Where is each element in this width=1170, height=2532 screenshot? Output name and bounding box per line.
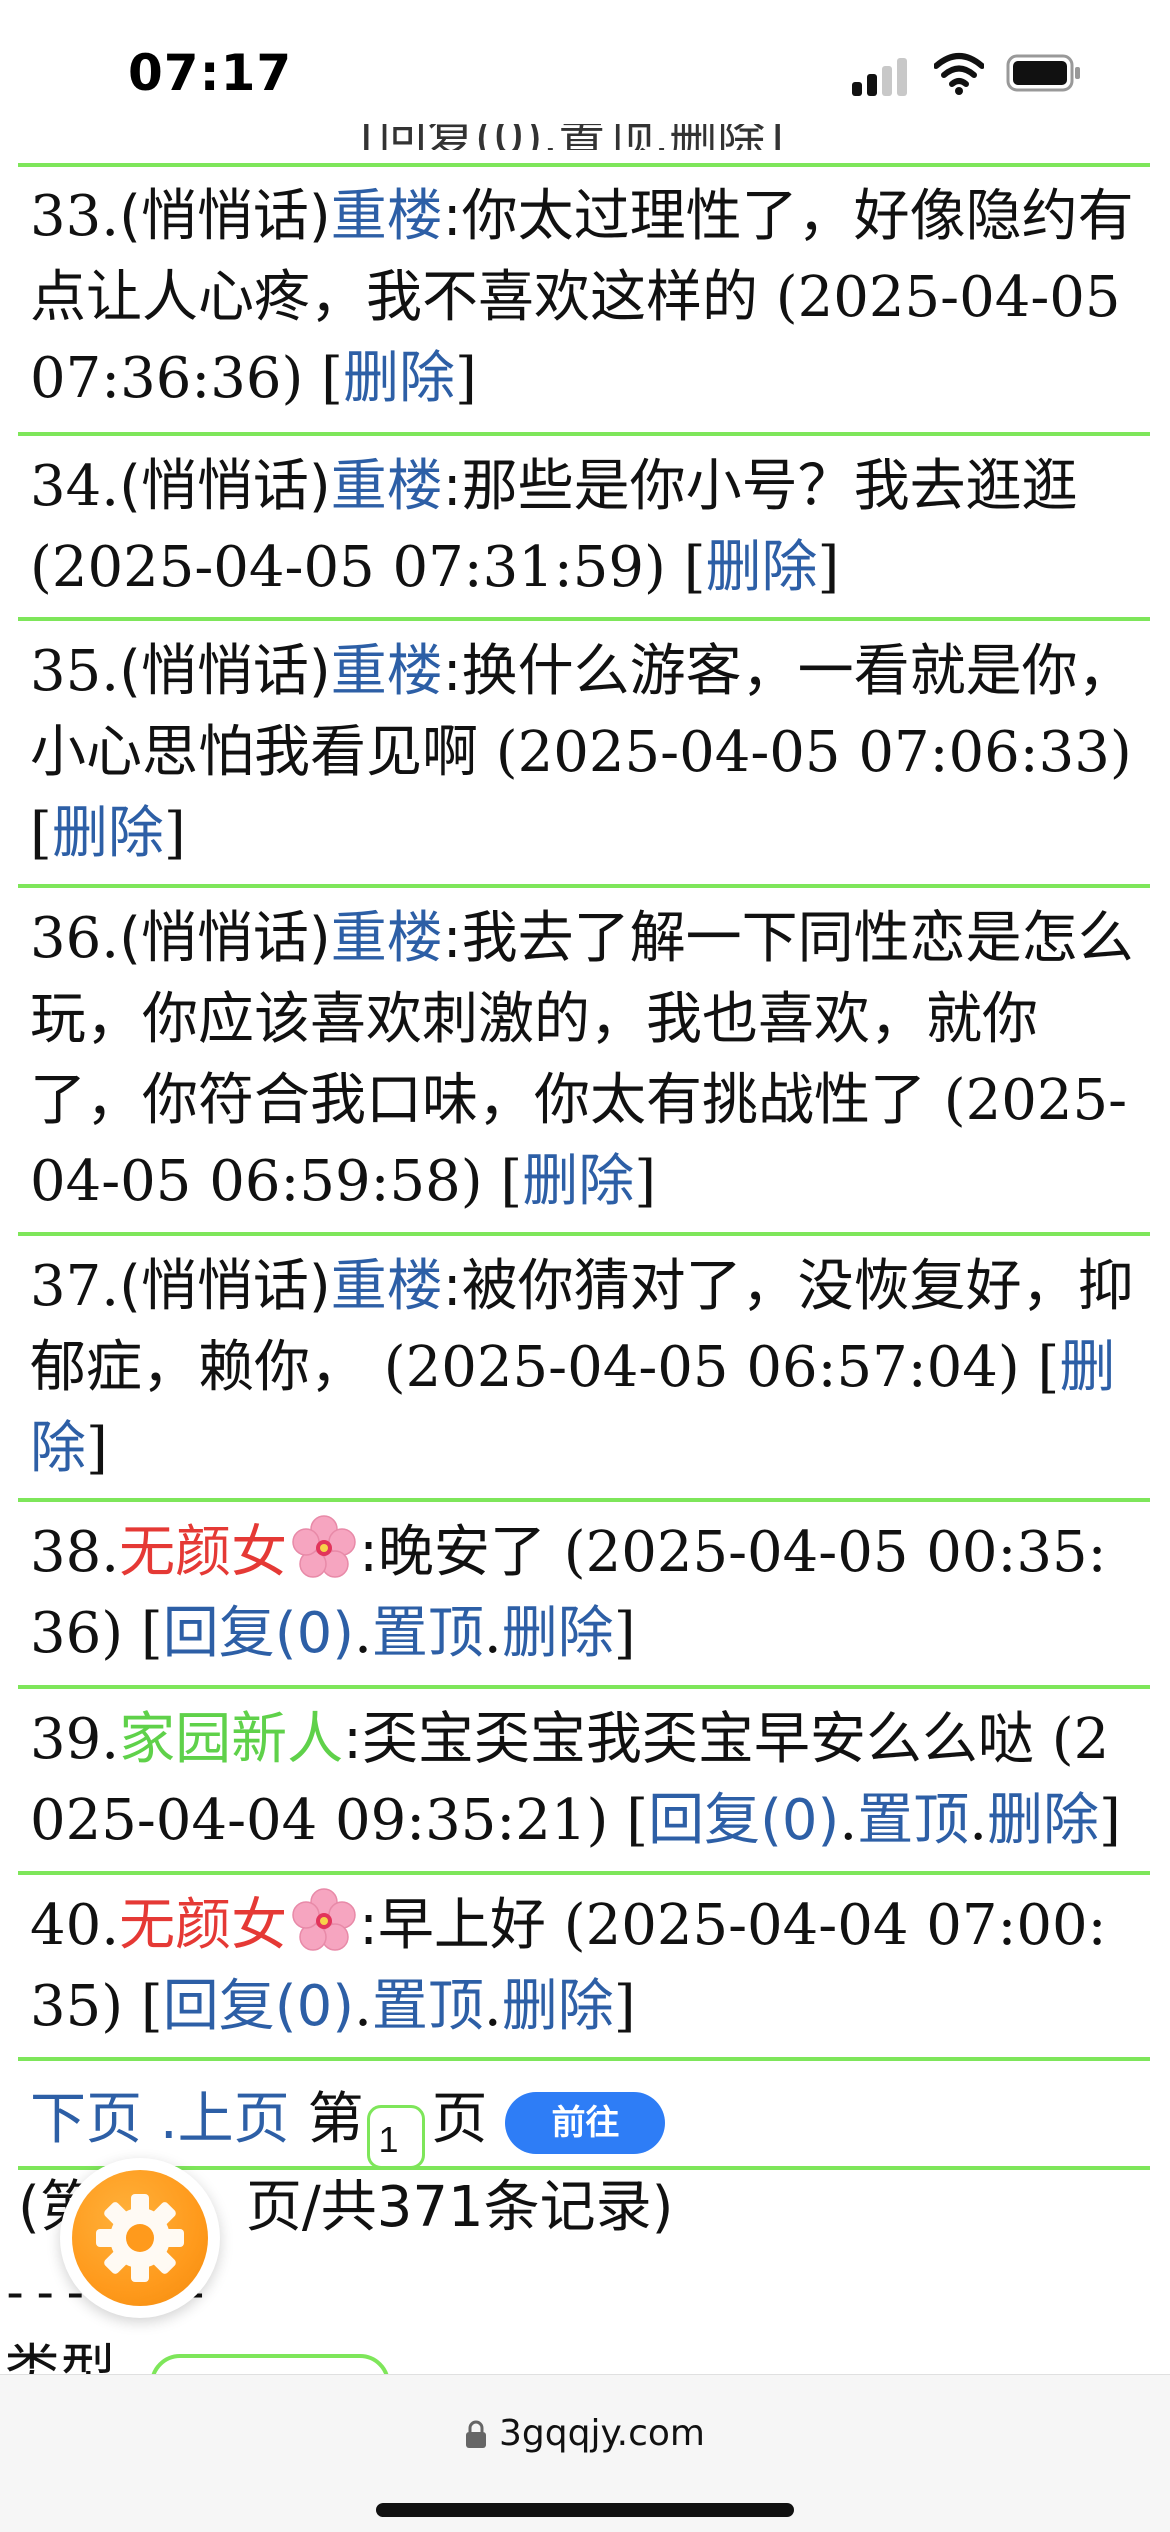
type-row: 类型 xyxy=(0,2334,1170,2374)
divider xyxy=(18,1685,1150,1689)
delete-link[interactable]: 删除 xyxy=(706,535,818,600)
url-text: 3gqqjy.com xyxy=(499,2413,705,2454)
page-suffix: 页 xyxy=(431,2087,488,2152)
wifi-icon xyxy=(934,53,984,95)
home-indicator xyxy=(376,2503,794,2517)
divider xyxy=(18,1498,1150,1502)
divider xyxy=(18,617,1150,621)
pin-link[interactable]: 置顶 xyxy=(372,1974,484,2039)
reply-link[interactable]: 回复(0) xyxy=(648,1788,839,1853)
delete-link[interactable]: 删除 xyxy=(502,1601,614,1666)
prev-page-link[interactable]: .上页 xyxy=(160,2087,290,2152)
delete-link[interactable]: 删除 xyxy=(502,1974,614,2039)
browser-address-bar[interactable]: 3gqqjy.com xyxy=(0,2374,1170,2532)
partial-previous-text: [回复(0).置顶.删除] xyxy=(360,124,784,150)
list-item: 36.(悄悄话)重楼:我去了解一下同性恋是怎么玩，你应该喜欢刺激的，我也喜欢，就… xyxy=(30,906,1134,1214)
flower-icon xyxy=(292,1888,356,1951)
reply-link[interactable]: 回复(0) xyxy=(163,1974,354,2039)
delete-link[interactable]: 删除 xyxy=(343,346,455,411)
username-link[interactable]: 重楼 xyxy=(331,639,443,704)
list-item: 40.无颜女:早上好 (2025-04-04 07:00:35) [回复(0).… xyxy=(30,1885,1140,2047)
username-link[interactable]: 重楼 xyxy=(331,184,443,249)
username-link[interactable]: 重楼 xyxy=(331,454,443,519)
divider xyxy=(18,2057,1150,2061)
divider xyxy=(18,1871,1150,1875)
pin-link[interactable]: 置顶 xyxy=(372,1601,484,1666)
pagination: 下页 .上页 第 1 页前往 xyxy=(30,2080,666,2169)
lock-icon xyxy=(466,2420,487,2448)
divider xyxy=(18,884,1150,888)
signal-icon xyxy=(852,56,912,96)
username-link[interactable]: 重楼 xyxy=(331,906,443,971)
list-item: 33.(悄悄话)重楼:你太过理性了，好像隐约有点让人心疼，我不喜欢这样的 (20… xyxy=(30,184,1134,411)
page-number-input[interactable]: 1 xyxy=(367,2105,426,2169)
delete-link[interactable]: 删除 xyxy=(987,1788,1099,1853)
delete-link[interactable]: 删除 xyxy=(522,1149,634,1214)
gear-icon xyxy=(96,2194,184,2282)
username-link[interactable]: 家园新人 xyxy=(119,1707,343,1772)
list-item: 34.(悄悄话)重楼:那些是你小号？我去逛逛 (2025-04-05 07:31… xyxy=(30,454,1078,600)
list-item: 39.家园新人:奀宝奀宝我奀宝早安么么哒 (2025-04-04 09:35:2… xyxy=(30,1707,1121,1853)
partial-previous-item: [回复(0).置顶.删除] xyxy=(0,124,1170,150)
username-link[interactable]: 无颜女 xyxy=(119,1520,287,1585)
divider xyxy=(18,163,1150,167)
go-button[interactable]: 前往 xyxy=(505,2092,666,2154)
type-label: 类型 xyxy=(4,2339,116,2375)
flower-icon xyxy=(292,1515,356,1578)
settings-button[interactable] xyxy=(60,2158,220,2318)
reply-link[interactable]: 回复(0) xyxy=(163,1601,354,1666)
list-item: 38.无颜女:晚安了 (2025-04-05 00:35:36) [回复(0).… xyxy=(30,1512,1140,1674)
battery-icon xyxy=(1006,54,1080,92)
divider xyxy=(18,432,1150,436)
url-display[interactable]: 3gqqjy.com xyxy=(0,2413,1170,2454)
next-page-link[interactable]: 下页 xyxy=(30,2087,142,2152)
status-time: 07:17 xyxy=(128,44,293,102)
username-link[interactable]: 无颜女 xyxy=(119,1893,287,1958)
divider xyxy=(18,1232,1150,1236)
status-bar: 07:17 [回复(0).置顶.删除] xyxy=(0,0,1170,150)
list-item: 37.(悄悄话)重楼:被你猜对了，没恢复好，抑郁症，赖你， (2025-04-0… xyxy=(30,1254,1134,1481)
delete-link[interactable]: 删除 xyxy=(52,801,164,866)
page-prefix: 第 xyxy=(307,2087,364,2152)
type-select[interactable] xyxy=(150,2354,390,2374)
list-item: 35.(悄悄话)重楼:换什么游客，一看就是你，小心思怕我看见啊 (2025-04… xyxy=(30,639,1134,866)
pin-link[interactable]: 置顶 xyxy=(857,1788,969,1853)
username-link[interactable]: 重楼 xyxy=(331,1254,443,1319)
